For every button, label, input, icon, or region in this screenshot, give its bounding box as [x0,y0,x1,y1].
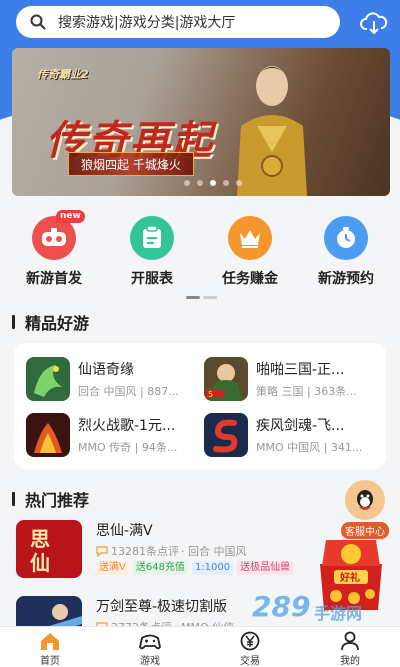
quick-menu-pager [186,296,217,299]
section-marker [12,492,15,506]
search-icon [30,14,46,30]
yuan-trade-icon [240,631,260,651]
pager-dot-active [186,296,200,299]
game-logo: 传奇霸业2 [37,68,89,81]
promo-banner[interactable]: 传奇霸业2 传奇再起 狼烟四起 千城烽火 [12,48,390,196]
game-icon [204,413,248,457]
quick-label: 新游预约 [318,271,374,287]
game-tag: 1:1000 [191,561,234,575]
watermark-number: 289 [252,590,311,623]
quick-reservation[interactable]: 新游预约 [306,216,386,288]
game-meta: 策略 三国 | 363条... [256,385,357,398]
bottom-tab-bar: 首页 游戏 交易 我的 [0,626,400,667]
svg-text:仙: 仙 [30,551,50,575]
game-tag: 送极品仙兽 [237,561,294,575]
featured-game[interactable]: 疾风剑魂-飞... MMO 中国风 | 341... [204,413,380,457]
site-watermark: 289 手游网 [252,590,382,626]
customer-service-button[interactable]: 客服中心 [334,480,396,539]
tab-label: 我的 [340,656,360,667]
comment-count: 13281条点评 [111,545,179,558]
banner-subtitle: 狼烟四起 千城烽火 [68,152,194,176]
search-row: 搜索游戏|游戏分类|游戏大厅 [0,6,400,40]
tag-list: 送满V 送648充值 1:1000 送极品仙兽 [96,561,294,575]
game-icon: 思仙 [16,520,82,578]
quick-label: 任务赚金 [222,271,278,287]
game-name: 思仙-满V [96,523,153,539]
user-icon [341,631,359,651]
carousel-dot[interactable] [236,180,242,186]
game-icon: 5 [204,357,248,401]
new-badge: new [56,210,85,223]
tab-home[interactable]: 首页 [0,627,100,667]
game-tag: 送648充值 [132,561,188,575]
section-featured: 精品好游 [12,310,89,334]
game-meta: 回合 中国风 | 887... [78,385,179,398]
game-name: 啪啪三国-正... [256,362,345,378]
game-tag: 送满V [96,561,129,575]
section-title: 热门推荐 [25,491,90,510]
game-meta: MMO 中国风 | 341... [256,441,363,454]
comment-icon [96,545,108,557]
search-placeholder: 搜索游戏|游戏分类|游戏大厅 [58,15,236,31]
game-name: 疾风剑魂-飞... [256,418,345,434]
featured-game[interactable]: 仙语奇缘 回合 中国风 | 887... [26,357,202,401]
carousel-dot[interactable] [223,180,229,186]
game-meta: MMO 传奇 | 94条... [78,441,178,454]
cloud-download-icon[interactable] [360,10,388,36]
tab-mine[interactable]: 我的 [300,627,400,667]
quick-label: 开服表 [131,271,173,287]
server-list-icon [130,216,174,260]
pager-dot [203,296,217,299]
game-name: 烈火战歌-1元... [78,418,176,434]
gift-label: 好礼 [339,571,360,584]
section-hot: 热门推荐 [12,487,89,511]
tab-label: 游戏 [140,656,160,667]
gamepad-icon: new [32,210,85,260]
quick-menu: new 新游首发 开服表 任务赚金 新游预约 [0,210,400,288]
customer-service-icon [345,480,385,520]
watermark-site: 手游网 [314,604,363,623]
quick-earn-tasks[interactable]: 任务赚金 [210,216,290,288]
search-input[interactable]: 搜索游戏|游戏分类|游戏大厅 [16,6,340,38]
carousel-dot-active[interactable] [210,180,216,186]
svg-text:5: 5 [208,390,213,399]
game-meta: 13281条点评 · 回合 中国风 [96,543,247,559]
home-icon [41,633,59,650]
quick-new-games[interactable]: new 新游首发 [14,210,94,288]
section-marker [12,315,15,329]
quick-server-list[interactable]: 开服表 [112,216,192,288]
tab-label: 首页 [40,656,60,667]
featured-card: 仙语奇缘 回合 中国风 | 887... 5 啪啪三国-正... 策略 三国 |… [14,343,386,469]
featured-game[interactable]: 烈火战歌-1元... MMO 传奇 | 94条... [26,413,202,457]
game-name: 仙语奇缘 [78,362,134,378]
section-title: 精品好游 [25,314,90,333]
hero-character-image [237,66,307,196]
tab-label: 交易 [240,656,260,667]
game-controller-icon [139,634,161,650]
tab-games[interactable]: 游戏 [100,627,200,667]
game-name: 万剑至尊-极速切割版 [96,599,228,615]
game-icon [26,413,70,457]
alarm-clock-icon [324,216,368,260]
carousel-indicator [184,180,242,186]
crown-icon [228,216,272,260]
featured-game[interactable]: 5 啪啪三国-正... 策略 三国 | 363条... [204,357,380,401]
svg-text:思: 思 [30,527,50,551]
game-icon [26,357,70,401]
tab-trade[interactable]: 交易 [200,627,300,667]
game-genre: · 回合 中国风 [181,545,247,558]
quick-label: 新游首发 [26,271,82,287]
carousel-dot[interactable] [197,180,203,186]
carousel-dot[interactable] [184,180,190,186]
